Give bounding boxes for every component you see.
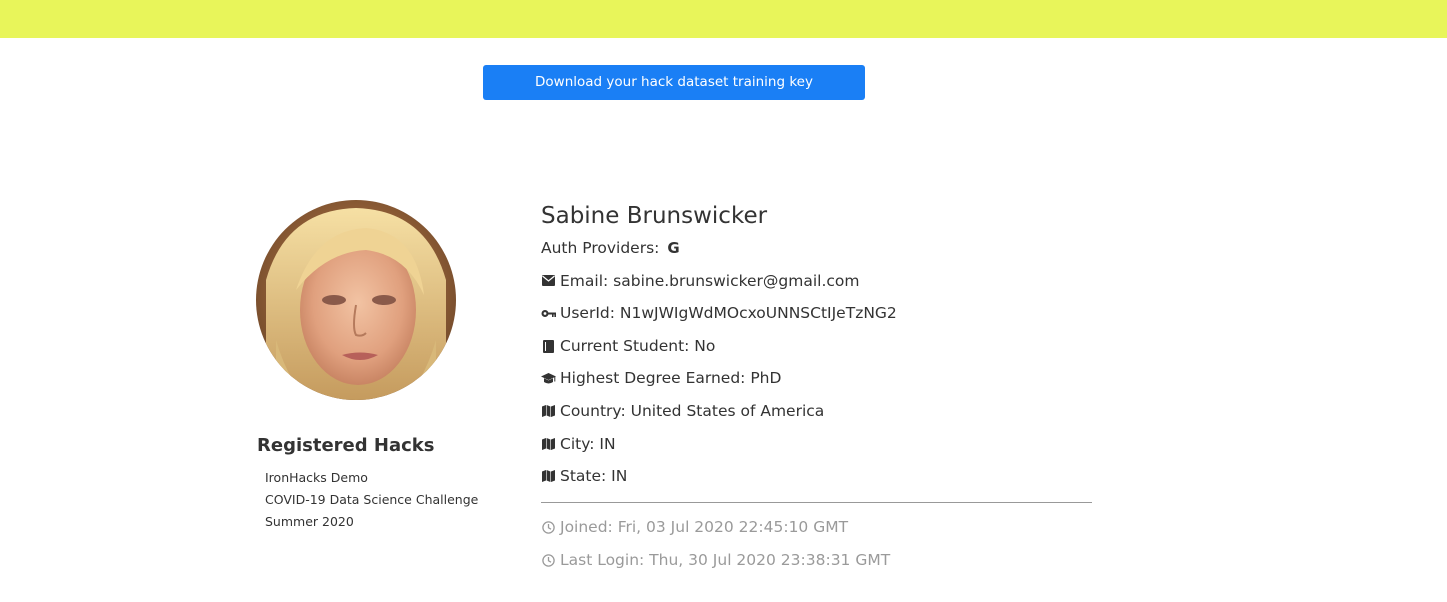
registered-hacks-list: IronHacks Demo COVID-19 Data Science Cha…	[265, 468, 478, 534]
email-row: Email: sabine.brunswicker@gmail.com	[541, 265, 1092, 298]
country-row: Country: United States of America	[541, 395, 1092, 428]
key-icon	[541, 306, 556, 321]
top-banner	[0, 0, 1447, 38]
current-student-row: Current Student: No	[541, 330, 1092, 363]
clock-icon	[541, 553, 556, 568]
download-training-key-button[interactable]: Download your hack dataset training key	[483, 65, 865, 100]
user-name: Sabine Brunswicker	[541, 203, 768, 229]
hack-item[interactable]: IronHacks Demo	[265, 468, 478, 490]
userid-row: UserId: N1wJWIgWdMOcxoUNNSCtIJeTzNG2	[541, 297, 1092, 330]
city-row: City: IN	[541, 428, 1092, 461]
google-icon: G	[667, 239, 680, 257]
clock-icon	[541, 520, 556, 535]
map-icon	[541, 404, 556, 419]
userid-text: UserId: N1wJWIgWdMOcxoUNNSCtIJeTzNG2	[560, 304, 897, 323]
current-student-text: Current Student: No	[560, 336, 716, 355]
hack-item[interactable]: Summer 2020	[265, 512, 478, 534]
auth-providers-label: Auth Providers:	[541, 239, 660, 257]
email-text: Email: sabine.brunswicker@gmail.com	[560, 271, 860, 290]
highest-degree-row: Highest Degree Earned: PhD	[541, 362, 1092, 395]
state-row: State: IN	[541, 460, 1092, 493]
state-text: State: IN	[560, 467, 628, 486]
envelope-icon	[541, 273, 556, 288]
last-login-row: Last Login: Thu, 30 Jul 2020 23:38:31 GM…	[541, 544, 1092, 577]
book-icon	[541, 339, 556, 354]
auth-providers-row: Auth Providers: G	[541, 232, 1092, 265]
avatar-photo	[256, 200, 456, 400]
map-icon	[541, 469, 556, 484]
country-text: Country: United States of America	[560, 401, 825, 420]
joined-text: Joined: Fri, 03 Jul 2020 22:45:10 GMT	[560, 517, 849, 536]
divider	[541, 501, 1092, 503]
avatar	[256, 200, 456, 400]
highest-degree-text: Highest Degree Earned: PhD	[560, 369, 782, 388]
registered-hacks-title: Registered Hacks	[257, 435, 435, 456]
graduation-cap-icon	[541, 371, 556, 386]
joined-row: Joined: Fri, 03 Jul 2020 22:45:10 GMT	[541, 511, 1092, 544]
map-icon	[541, 436, 556, 451]
last-login-text: Last Login: Thu, 30 Jul 2020 23:38:31 GM…	[560, 550, 891, 569]
city-text: City: IN	[560, 434, 616, 453]
profile-details: Sabine Brunswicker Auth Providers: G Ema…	[541, 200, 1092, 577]
hack-item[interactable]: COVID-19 Data Science Challenge	[265, 490, 478, 512]
